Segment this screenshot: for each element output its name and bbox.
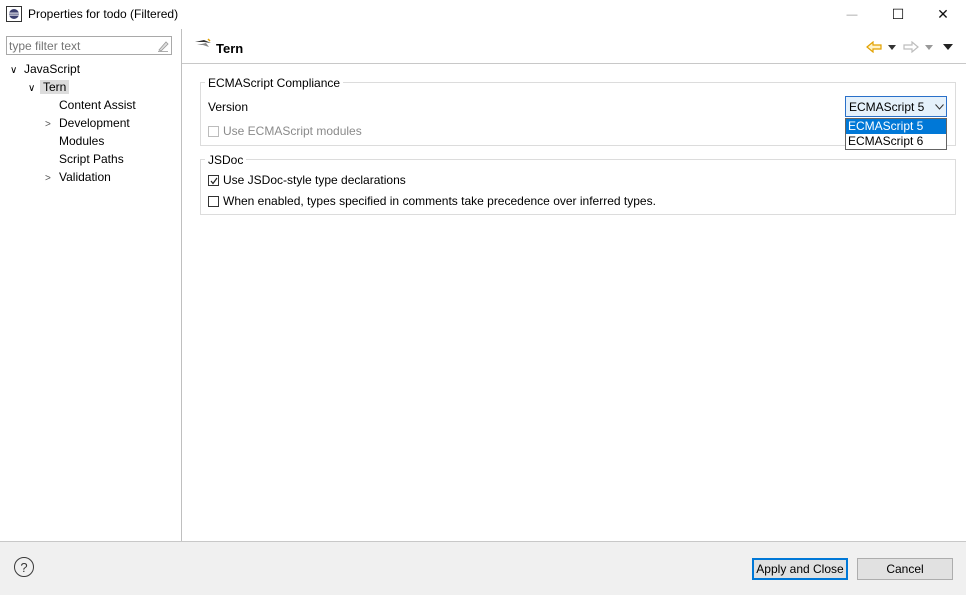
filter-input[interactable]	[7, 37, 149, 54]
tree-item-label: JavaScript	[24, 62, 81, 76]
tree-item-javascript[interactable]: ∨ JavaScript	[0, 60, 181, 78]
tern-icon	[195, 38, 211, 47]
expander-right-icon[interactable]: >	[45, 170, 59, 188]
view-menu-icon[interactable]	[943, 44, 953, 50]
combo-selected-value: ECMAScript 5	[849, 99, 925, 114]
tree-item-content-assist[interactable]: Content Assist	[0, 96, 181, 114]
precedence-checkbox-row[interactable]: When enabled, types specified in comment…	[208, 194, 656, 208]
minimize-button[interactable]: —	[829, 0, 875, 29]
tree-item-validation[interactable]: > Validation	[0, 168, 181, 186]
tree-item-development[interactable]: > Development	[0, 114, 181, 132]
tree-item-label: Content Assist	[59, 98, 136, 112]
page-title: Tern	[216, 41, 244, 56]
expander-right-icon[interactable]: >	[45, 116, 59, 134]
jsdoc-checkbox-row[interactable]: Use JSDoc-style type declarations	[208, 173, 406, 187]
forward-dropdown-icon[interactable]	[925, 45, 933, 50]
jsdoc-label: Use JSDoc-style type declarations	[223, 173, 406, 187]
cancel-button[interactable]: Cancel	[857, 558, 953, 580]
forward-arrow-icon[interactable]	[903, 41, 919, 53]
tree-item-modules[interactable]: Modules	[0, 132, 181, 150]
option-ecmascript-6[interactable]: ECMAScript 6	[846, 134, 946, 149]
version-dropdown-list: ECMAScript 5 ECMAScript 6	[845, 118, 947, 150]
expander-down-icon[interactable]: ∨	[28, 80, 40, 98]
maximize-button[interactable]: ☐	[875, 0, 921, 29]
title-bar: Properties for todo (Filtered) — ☐ ✕	[0, 0, 966, 29]
page-header: Tern	[182, 29, 966, 64]
group-title: JSDoc	[205, 153, 247, 167]
eclipse-app-icon	[6, 6, 22, 22]
chevron-down-icon	[935, 104, 944, 110]
tree-item-label: Modules	[59, 134, 105, 148]
tree-item-tern[interactable]: ∨ Tern	[0, 78, 181, 96]
close-button[interactable]: ✕	[920, 0, 966, 29]
expander-down-icon[interactable]: ∨	[10, 62, 24, 80]
apply-and-close-button[interactable]: Apply and Close	[752, 558, 848, 580]
modules-label: Use ECMAScript modules	[223, 124, 362, 138]
precedence-label: When enabled, types specified in comment…	[223, 194, 656, 208]
close-icon: ✕	[937, 6, 949, 22]
back-arrow-icon[interactable]	[866, 41, 882, 53]
tree-item-script-paths[interactable]: Script Paths	[0, 150, 181, 168]
jsdoc-checkbox[interactable]	[208, 174, 219, 186]
checkmark-icon	[210, 177, 218, 184]
tree-item-label: Validation	[59, 170, 111, 184]
option-ecmascript-5[interactable]: ECMAScript 5	[846, 119, 946, 134]
modules-checkbox-row[interactable]: Use ECMAScript modules	[208, 124, 362, 138]
tree: ∨ JavaScript ∨ Tern Content Assist > Develo…	[0, 60, 181, 186]
modules-checkbox[interactable]	[208, 125, 219, 137]
version-combo[interactable]: ECMAScript 5	[845, 96, 947, 117]
precedence-checkbox[interactable]	[208, 195, 219, 207]
back-dropdown-icon[interactable]	[888, 45, 896, 50]
clear-filter-icon[interactable]	[157, 39, 169, 52]
tree-item-label: Script Paths	[59, 152, 124, 166]
window-title: Properties for todo (Filtered)	[28, 7, 179, 21]
maximize-icon: ☐	[891, 6, 905, 22]
minimize-icon: —	[846, 8, 858, 21]
version-label: Version	[208, 100, 249, 114]
help-glyph: ?	[20, 559, 28, 575]
tree-item-label: Tern	[40, 80, 70, 94]
help-icon[interactable]: ?	[14, 557, 34, 577]
cancel-label: Cancel	[886, 562, 924, 576]
filter-field[interactable]	[6, 36, 172, 55]
apply-and-close-label: Apply and Close	[756, 562, 844, 576]
group-title: ECMAScript Compliance	[205, 76, 344, 90]
tree-item-label: Development	[59, 116, 130, 130]
button-bar: ? Apply and Close Cancel	[0, 541, 966, 595]
